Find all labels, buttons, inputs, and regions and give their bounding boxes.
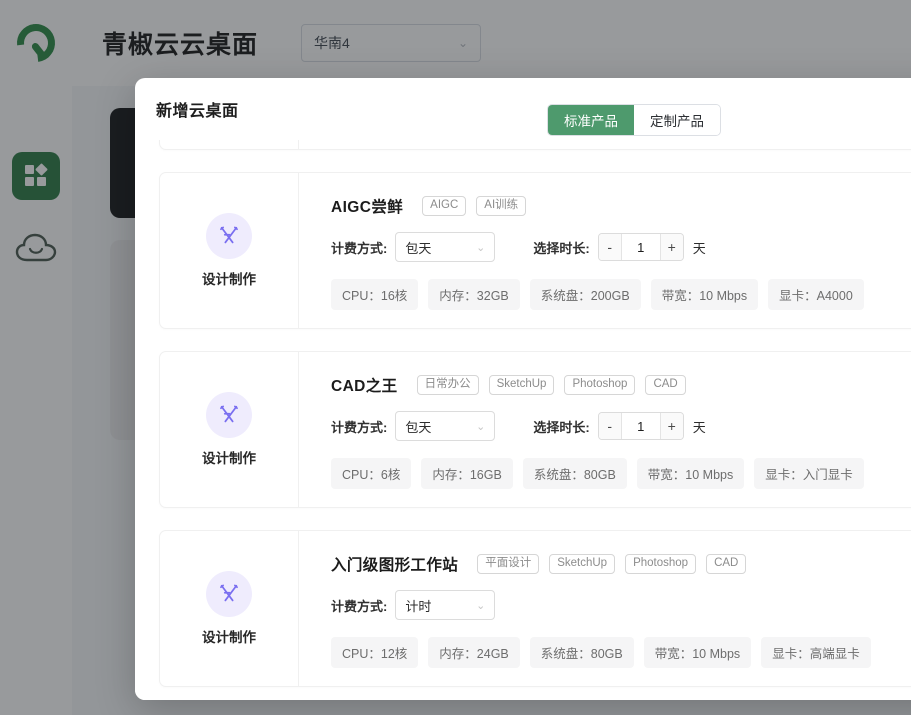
product-name: AIGC尝鲜 <box>331 199 404 216</box>
product-tag: 平面设计 <box>477 553 540 575</box>
product-spec: 系统盘：200GB <box>529 279 641 310</box>
product-tag: 日常办公 <box>416 374 479 396</box>
product-options-row: 计费方式: 包天 ⌄ 选择时长: -1 + 天 <box>331 232 911 262</box>
billing-label: 计费方式: <box>331 419 388 435</box>
product-tag: AI训练 <box>476 195 527 217</box>
product-category: 设计制作 <box>160 531 299 686</box>
design-tools-icon <box>206 392 252 438</box>
product-spec: 带宽：10 Mbps <box>650 279 759 310</box>
product-specs-row: CPU：6核 内存：16GB 系统盘：80GB 带宽：10 Mbps 显卡：入门显卡 <box>331 458 911 489</box>
product-spec: 显卡：A4000 <box>768 279 864 310</box>
billing-select-value: 包天 <box>405 240 432 256</box>
product-details: AIGC尝鲜 AIGC AI训练 计费方式: 包天 ⌄ 选择时长: -1 + 天 CPU：16核 内存… <box>299 173 911 328</box>
billing-select[interactable]: 计时 ⌄ <box>395 590 496 620</box>
product-details <box>299 140 911 149</box>
product-spec: 带宽：10 Mbps <box>643 637 752 668</box>
product-spec: 系统盘：80GB <box>529 637 634 668</box>
product-tag: Photoshop <box>625 553 697 575</box>
product-spec: 显卡：高端显卡 <box>761 637 871 668</box>
product-tag: CAD <box>645 374 686 396</box>
duration-increment-button[interactable]: + <box>660 234 683 260</box>
chevron-down-icon: ⌄ <box>476 241 486 254</box>
product-options-row: 计费方式: 计时 ⌄ <box>331 590 911 620</box>
product-title-row: 入门级图形工作站 平面设计 SketchUp Photoshop CAD <box>331 553 911 575</box>
billing-select-value: 包天 <box>405 419 432 435</box>
product-card[interactable]: 设计制作 AIGC尝鲜 AIGC AI训练 计费方式: 包天 ⌄ 选择时长: -1 + 天 CPU：1… <box>159 172 911 329</box>
product-tag: CAD <box>706 553 747 575</box>
design-tools-icon <box>206 213 252 259</box>
product-spec: 内存：16GB <box>421 458 513 489</box>
duration-unit: 天 <box>692 240 706 256</box>
product-name: CAD之王 <box>331 378 398 395</box>
product-tag: SketchUp <box>488 374 555 396</box>
add-cloud-desktop-modal: 新增云桌面 标准产品 定制产品 设计制作 AIGC尝鲜 AIGC AI训练计费方式: 包… <box>135 78 911 700</box>
product-specs-row: CPU：16核 内存：32GB 系统盘：200GB 带宽：10 Mbps 显卡：A400… <box>331 279 911 310</box>
design-tools-icon <box>206 571 252 617</box>
product-details: CAD之王 日常办公 SketchUp Photoshop CAD 计费方式: 包天 ⌄ 选择时… <box>299 352 911 507</box>
product-list-scroll[interactable]: 设计制作 AIGC尝鲜 AIGC AI训练 计费方式: 包天 ⌄ 选择时长: -1 + 天 CPU：1… <box>135 140 911 700</box>
duration-value[interactable]: 1 <box>620 234 661 260</box>
duration-decrement-button[interactable]: - <box>598 413 621 439</box>
duration-stepper: -1 + <box>597 412 684 440</box>
product-category-label: 设计制作 <box>202 630 256 645</box>
product-tag: AIGC <box>422 195 467 217</box>
product-spec: CPU：12核 <box>331 637 419 668</box>
product-options-row: 计费方式: 包天 ⌄ 选择时长: -1 + 天 <box>331 411 911 441</box>
product-card[interactable]: 设计制作 入门级图形工作站 平面设计 SketchUp Photoshop CAD 计费方式… <box>159 530 911 687</box>
duration-value[interactable]: 1 <box>620 413 661 439</box>
billing-label: 计费方式: <box>331 598 388 614</box>
chevron-down-icon: ⌄ <box>476 420 486 433</box>
chevron-down-icon: ⌄ <box>476 599 486 612</box>
duration-unit: 天 <box>692 419 706 435</box>
product-card[interactable]: 设计制作 CAD之王 日常办公 SketchUp Photoshop CAD 计费方式: 包天… <box>159 351 911 508</box>
product-spec: CPU：6核 <box>331 458 412 489</box>
duration-group: 选择时长: -1 + 天 <box>533 412 706 440</box>
product-card[interactable] <box>159 140 911 150</box>
duration-increment-button[interactable]: + <box>660 413 683 439</box>
duration-group: 选择时长: -1 + 天 <box>533 233 706 261</box>
product-title-row: AIGC尝鲜 AIGC AI训练 <box>331 195 911 217</box>
modal-body: 设计制作 AIGC尝鲜 AIGC AI训练 计费方式: 包天 ⌄ 选择时长: -1 + 天 CPU：1… <box>135 140 911 700</box>
product-spec: 系统盘：80GB <box>522 458 627 489</box>
product-spec: CPU：16核 <box>331 279 419 310</box>
billing-select[interactable]: 包天 ⌄ <box>395 232 496 262</box>
product-title-row: CAD之王 日常办公 SketchUp Photoshop CAD <box>331 374 911 396</box>
product-specs-row: CPU：12核 内存：24GB 系统盘：80GB 带宽：10 Mbps 显卡：高端显卡 <box>331 637 911 668</box>
modal-title: 新增云桌面 <box>156 103 239 120</box>
duration-label: 选择时长: <box>533 240 590 256</box>
duration-label: 选择时长: <box>533 419 590 435</box>
tab-standard-product[interactable]: 标准产品 <box>548 105 634 135</box>
modal-header: 新增云桌面 标准产品 定制产品 <box>135 78 911 140</box>
product-spec: 带宽：10 Mbps <box>636 458 745 489</box>
product-category-label: 设计制作 <box>202 451 256 466</box>
product-category: 设计制作 <box>160 173 299 328</box>
product-tag: SketchUp <box>549 553 616 575</box>
product-details: 入门级图形工作站 平面设计 SketchUp Photoshop CAD 计费方式: 计时 ⌄… <box>299 531 911 686</box>
product-tag: Photoshop <box>564 374 636 396</box>
billing-label: 计费方式: <box>331 240 388 256</box>
duration-stepper: -1 + <box>597 233 684 261</box>
product-spec: 内存：32GB <box>428 279 520 310</box>
product-type-switch: 标准产品 定制产品 <box>547 104 721 136</box>
billing-select-value: 计时 <box>405 598 432 614</box>
product-list: 设计制作 AIGC尝鲜 AIGC AI训练 计费方式: 包天 ⌄ 选择时长: -1 + 天 CPU：1… <box>135 140 911 700</box>
product-spec: 显卡：入门显卡 <box>754 458 864 489</box>
billing-select[interactable]: 包天 ⌄ <box>395 411 496 441</box>
product-category: 设计制作 <box>160 352 299 507</box>
tab-custom-product[interactable]: 定制产品 <box>634 105 720 135</box>
product-name: 入门级图形工作站 <box>331 557 459 574</box>
duration-decrement-button[interactable]: - <box>598 234 621 260</box>
product-category-label: 设计制作 <box>202 272 256 287</box>
product-category <box>160 140 299 149</box>
product-spec: 内存：24GB <box>428 637 520 668</box>
